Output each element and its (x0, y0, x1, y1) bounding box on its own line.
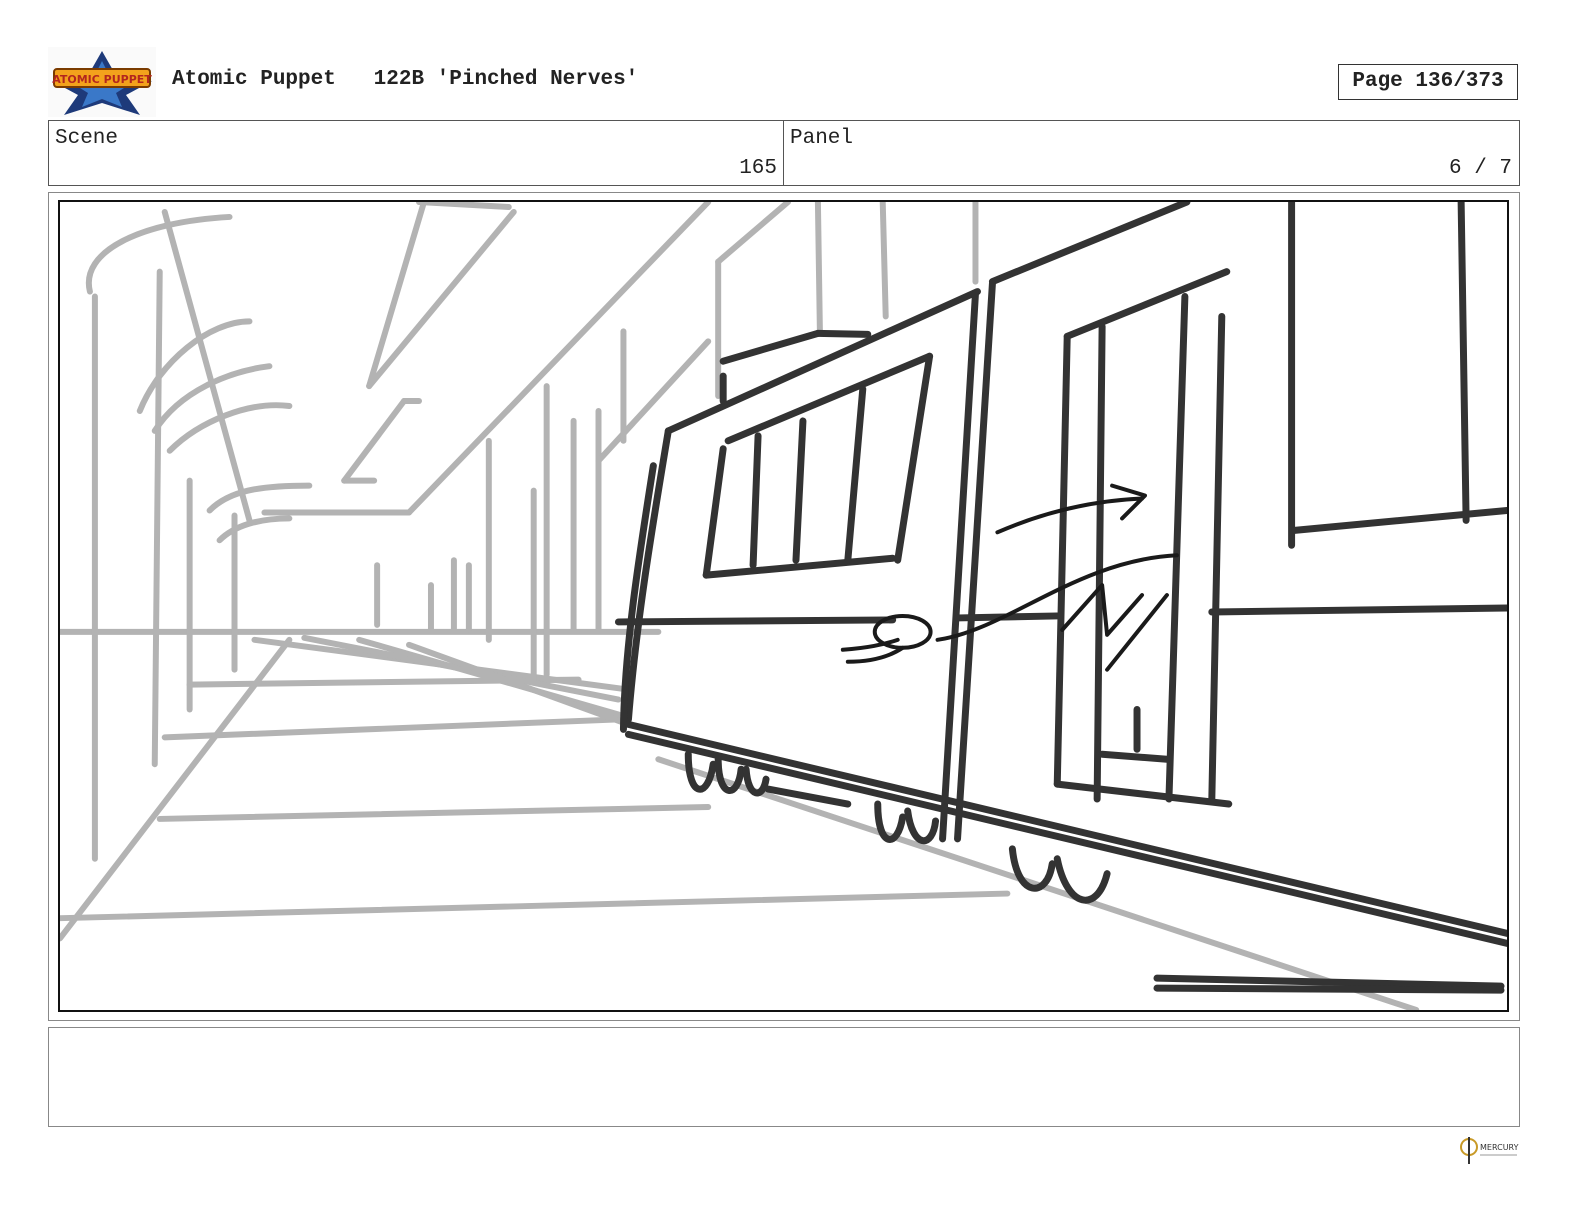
scene-label: Scene (55, 127, 119, 150)
panel-notes (48, 1027, 1520, 1127)
motion-arrow-sketch (840, 483, 1179, 672)
show-logo: ATOMIC PUPPET (48, 47, 156, 117)
panel-label: Panel (790, 127, 854, 150)
scene-cell: Scene 165 (49, 121, 784, 185)
panel-cell: Panel 6 / 7 (784, 121, 1518, 185)
storyboard-title: Atomic Puppet 122B 'Pinched Nerves' (172, 68, 638, 91)
scene-number: 165 (739, 157, 777, 180)
scene-panel-info: Scene 165 Panel 6 / 7 (48, 120, 1520, 186)
page-indicator: Page 136/373 (1338, 64, 1518, 100)
panel-frame (58, 200, 1509, 1012)
train-sketch (614, 202, 1507, 994)
episode-title: 122B 'Pinched Nerves' (373, 68, 639, 91)
logo-wordmark: ATOMIC PUPPET (52, 73, 152, 86)
studio-logo: MERCURY (1459, 1131, 1521, 1167)
studio-logo-text: MERCURY (1480, 1143, 1519, 1152)
show-title: Atomic Puppet (172, 68, 336, 91)
storyboard-sketch (60, 202, 1507, 1010)
panel-number: 6 / 7 (1448, 157, 1512, 180)
